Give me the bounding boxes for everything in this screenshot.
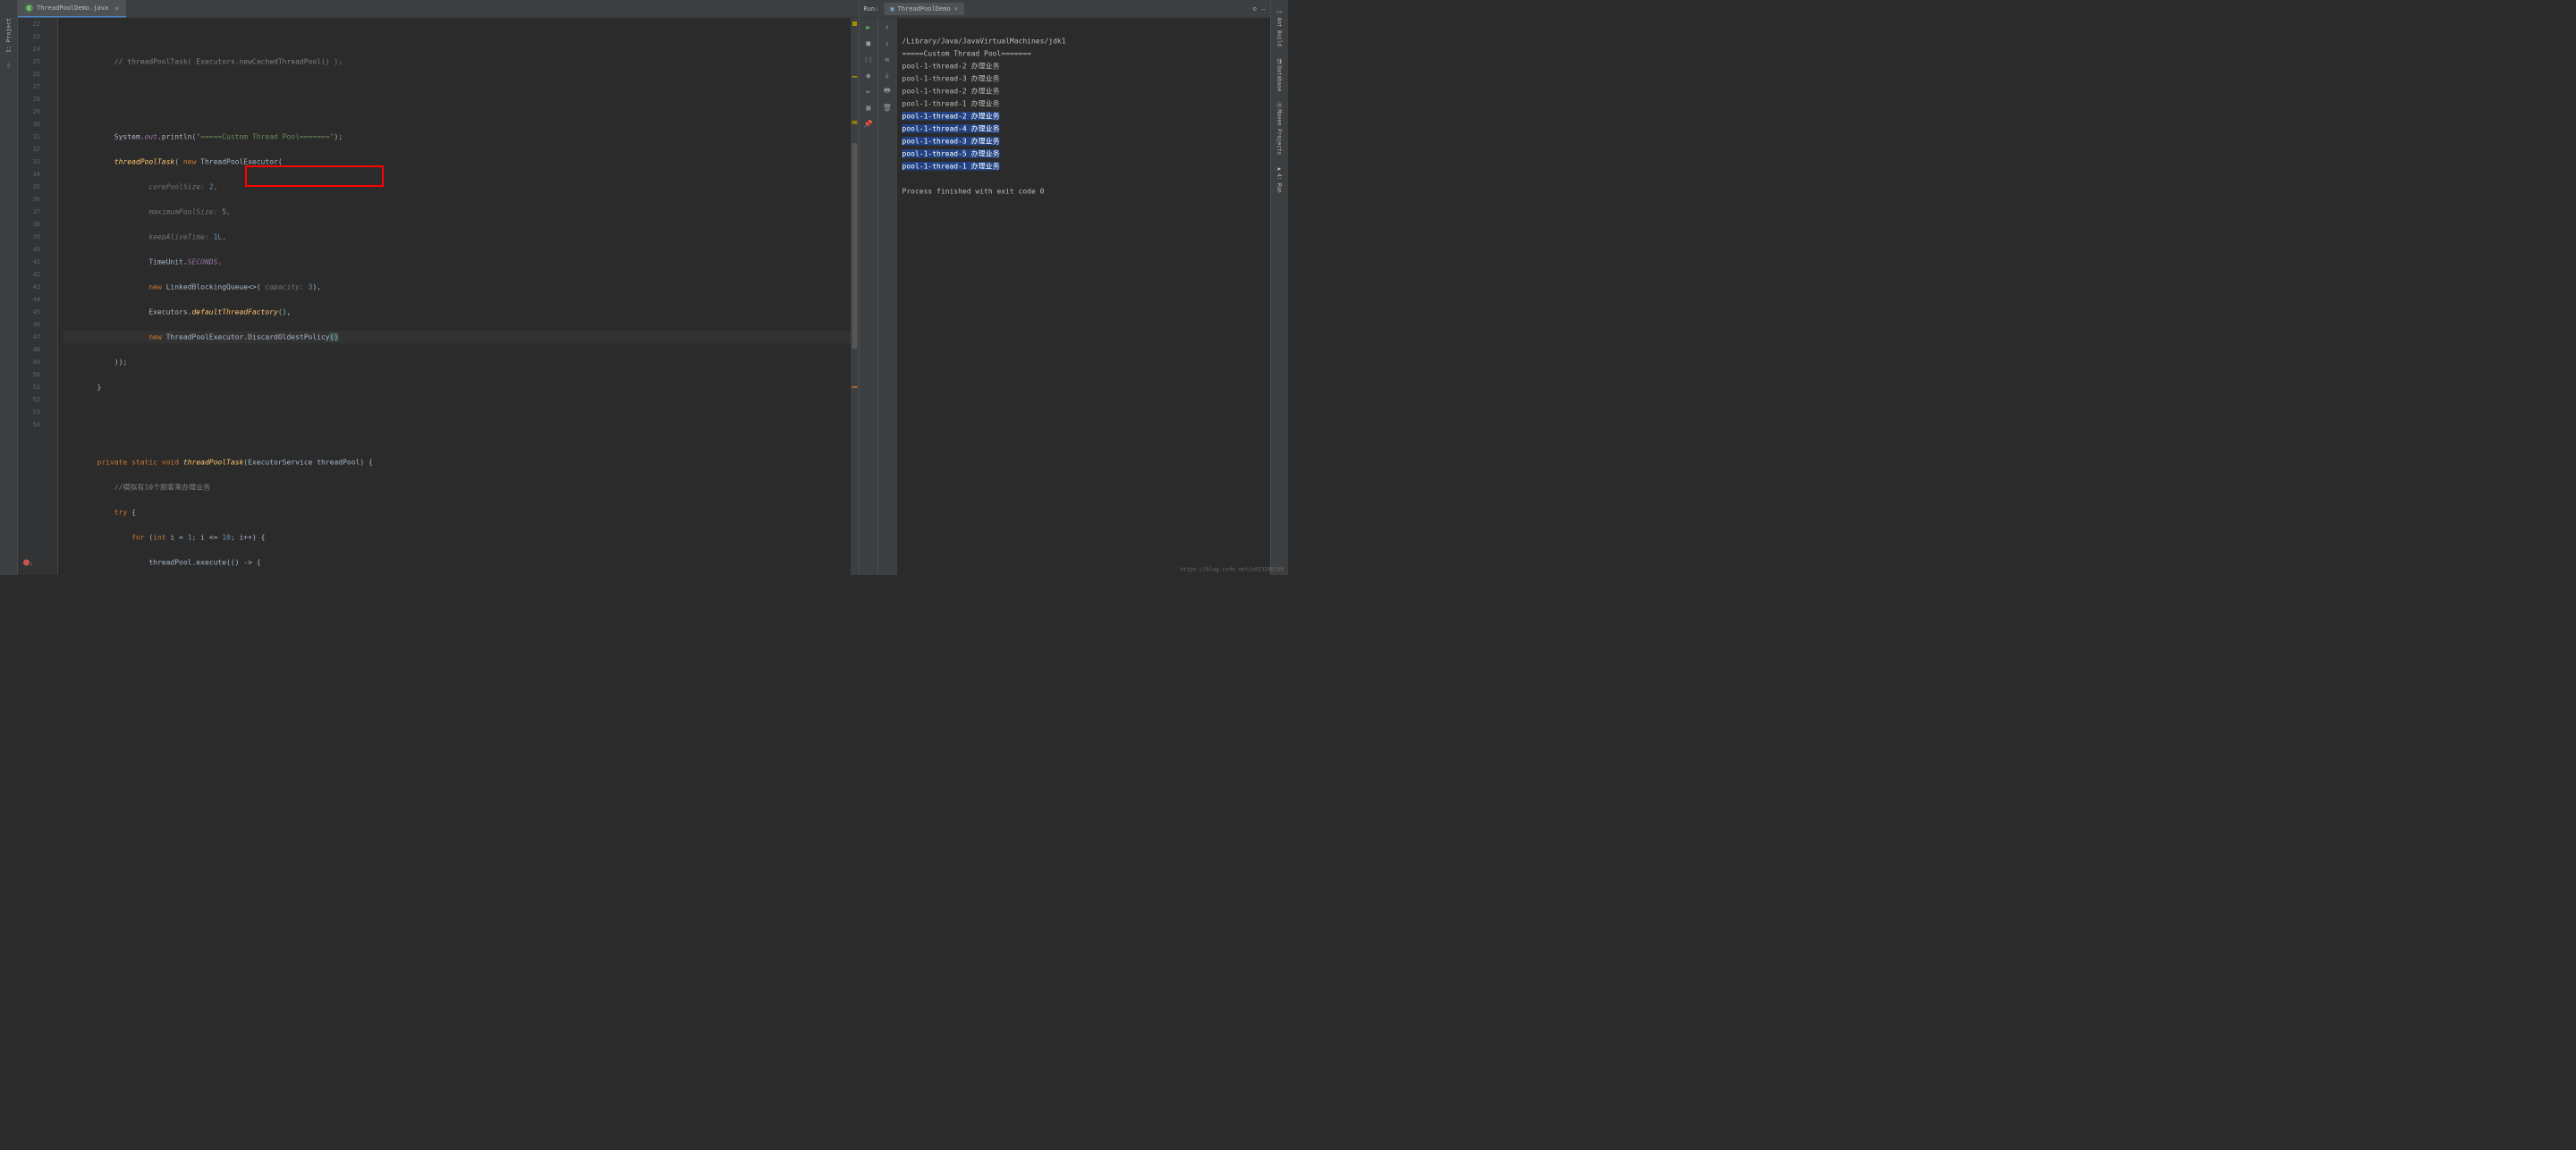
console-output[interactable]: /Library/Java/JavaVirtualMachines/jdk1 =…: [897, 18, 1271, 575]
camera-icon[interactable]: ◉: [863, 70, 874, 80]
left-tool-sidebar: 1: Project ▯: [0, 0, 18, 575]
editor-tab-bar: C ThreadPoolDemo.java ×: [18, 0, 859, 18]
maven-button[interactable]: ⓜMaven Projects: [1275, 102, 1284, 155]
editor-tab[interactable]: C ThreadPoolDemo.java ×: [18, 0, 126, 18]
up-icon[interactable]: ↑: [882, 21, 893, 32]
scroll-icon[interactable]: ⤓: [882, 70, 893, 80]
minimize-icon[interactable]: —: [1262, 5, 1266, 13]
pin-icon[interactable]: 📌: [863, 118, 874, 129]
wrap-icon[interactable]: ⇆: [882, 54, 893, 64]
exit-icon[interactable]: ⇤: [863, 86, 874, 97]
gutter-icons: [45, 18, 58, 575]
trash-icon[interactable]: 🗑: [882, 102, 893, 113]
run-toolbar-left: ▶ ■ ❚❚ ◉ ⇤ ▦ 📌: [860, 18, 878, 575]
run-config-tab[interactable]: ▣ ThreadPoolDemo ×: [884, 3, 963, 15]
jdk-path: /Library/Java/JavaVirtualMachines/jdk1: [902, 37, 1066, 46]
ant-build-button[interactable]: 🐜Ant Build: [1276, 9, 1283, 47]
close-icon[interactable]: ×: [114, 4, 119, 13]
editor-body: 22 23 24 25 26 27 28 29 30 31 32 33 34 3…: [18, 18, 859, 575]
gear-icon[interactable]: ⚙: [1253, 5, 1257, 13]
run-toolbar-right: ↑ ↓ ⇆ ⤓ 🖶 🗑: [878, 18, 897, 575]
print-icon[interactable]: 🖶: [882, 86, 893, 97]
folder-icon: ▯: [7, 62, 11, 69]
editor-scrollbar[interactable]: [851, 18, 859, 575]
run-button[interactable]: ▶4: Run: [1276, 165, 1283, 193]
project-tool-button[interactable]: 1: Project: [5, 18, 13, 53]
editor-panel: C ThreadPoolDemo.java × 22 23 24 25 26 2…: [18, 0, 859, 575]
arrow-up-icon: ↑: [30, 559, 33, 571]
selected-output: pool-1-thread-2 办理业务: [902, 112, 1000, 121]
run-tool-window: Run: ▣ ThreadPoolDemo × ⚙ — ▶ ■ ❚❚ ◉ ⇤ ▦…: [859, 0, 1270, 575]
code-area[interactable]: // threadPoolTask( Executors.newCachedTh…: [58, 18, 851, 575]
watermark: https://blog.csdn.net/u013288190: [1180, 566, 1284, 572]
pause-icon[interactable]: ❚❚: [863, 54, 874, 64]
play-icon: ▶: [1276, 165, 1283, 172]
line-number-gutter: 22 23 24 25 26 27 28 29 30 31 32 33 34 3…: [18, 18, 45, 575]
close-icon[interactable]: ×: [954, 5, 958, 13]
play-icon[interactable]: ▶: [863, 21, 874, 32]
breakpoint-icon[interactable]: [23, 560, 30, 566]
ant-icon: 🐜: [1276, 9, 1283, 15]
database-icon: 🛢: [1276, 57, 1283, 64]
warning-indicator-icon: [852, 21, 857, 26]
tab-label: ThreadPoolDemo.java: [37, 4, 108, 12]
scrollbar-thumb[interactable]: [852, 143, 858, 349]
run-header: Run: ▣ ThreadPoolDemo × ⚙ —: [860, 0, 1271, 18]
stop-icon[interactable]: ■: [863, 38, 874, 48]
class-icon: C: [25, 4, 33, 13]
database-button[interactable]: 🛢Database: [1276, 57, 1283, 92]
layout-icon[interactable]: ▦: [863, 102, 874, 113]
right-tool-sidebar: 🐜Ant Build 🛢Database ⓜMaven Projects ▶4:…: [1270, 0, 1288, 575]
run-label: Run:: [864, 5, 879, 13]
down-icon[interactable]: ↓: [882, 38, 893, 48]
maven-icon: ⓜ: [1275, 102, 1284, 107]
run-config-icon: ▣: [890, 5, 894, 13]
